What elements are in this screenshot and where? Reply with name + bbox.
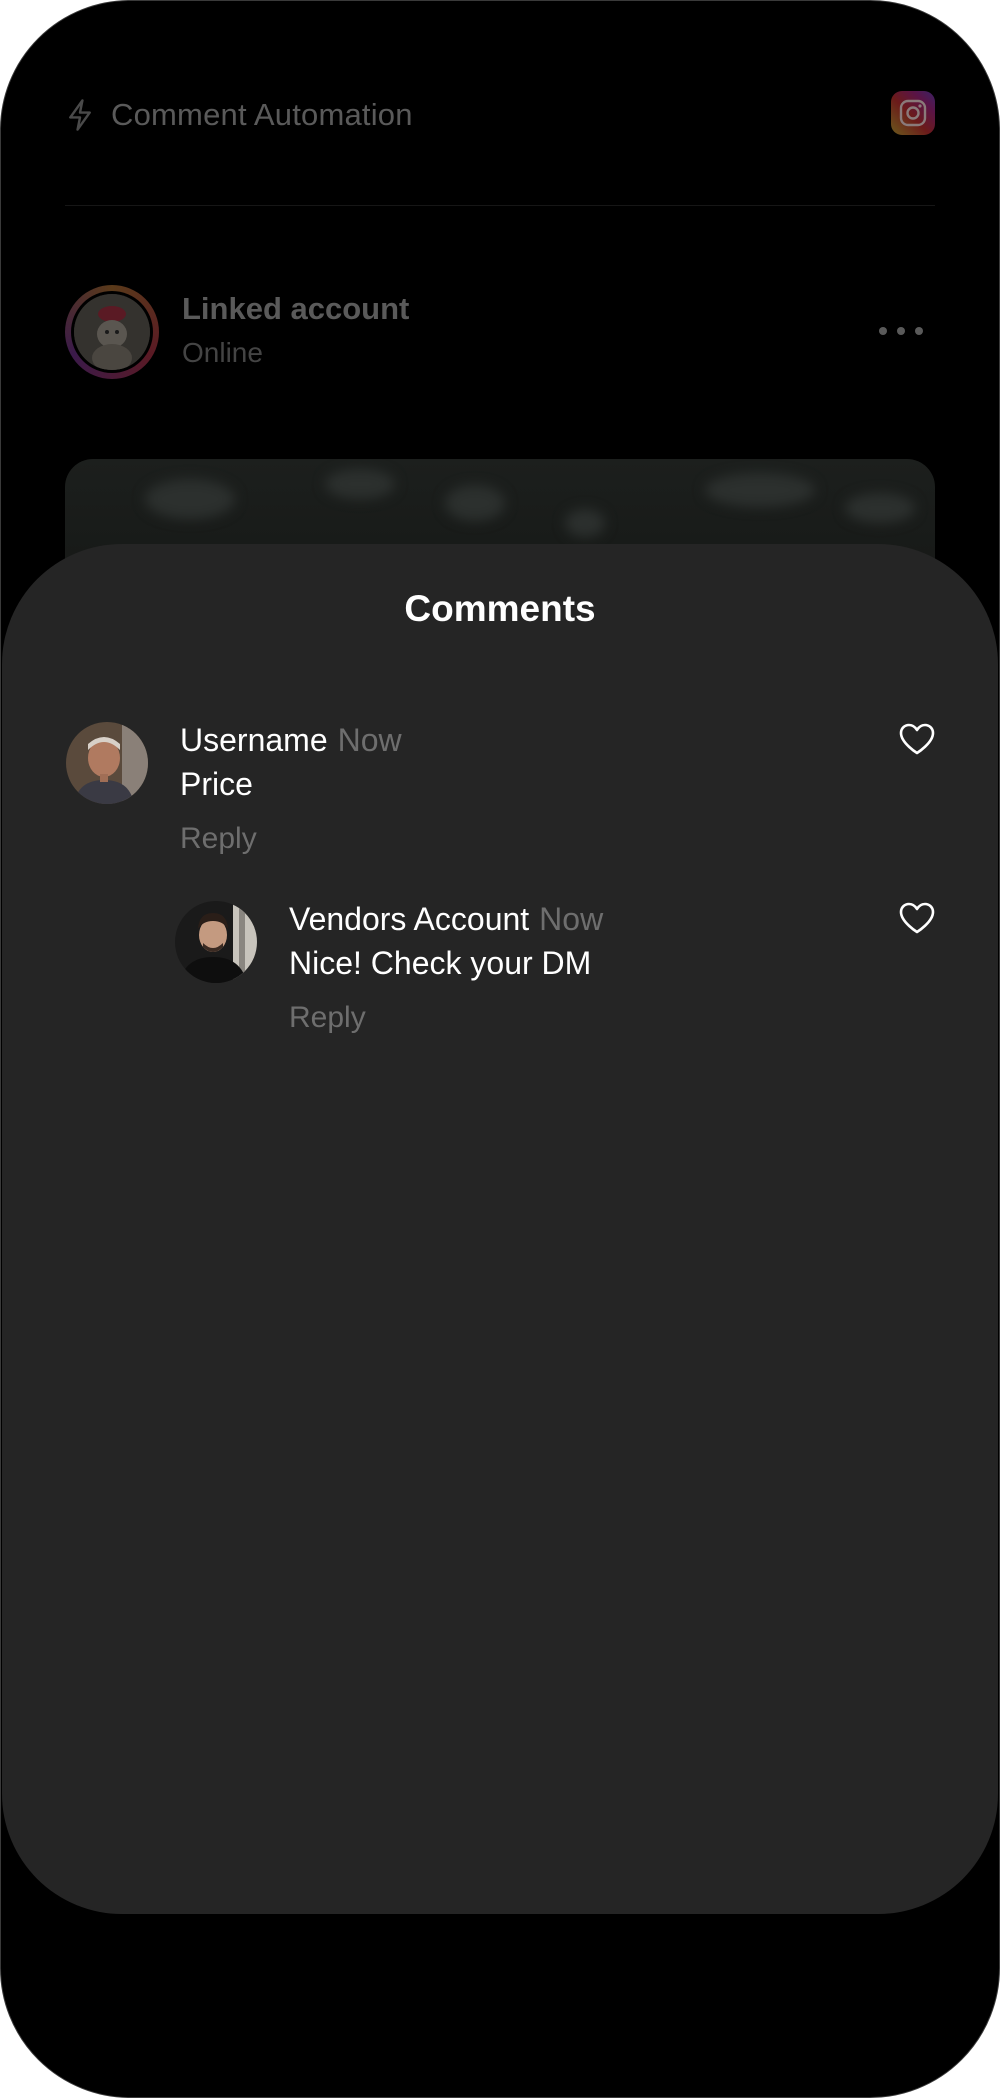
heart-icon[interactable] [898, 901, 936, 935]
comments-title: Comments [404, 588, 596, 629]
comments-sheet: Comments Username Now Price Reply Vendor… [2, 544, 998, 1914]
instagram-icon[interactable] [891, 91, 935, 135]
phone-frame: Comment Automation Linked account Online… [0, 0, 1000, 2098]
linked-account-avatar[interactable] [65, 285, 159, 379]
dog-photo [74, 294, 150, 370]
commenter-avatar[interactable] [66, 722, 148, 804]
heart-icon[interactable] [898, 722, 936, 756]
reply-button[interactable]: Reply [180, 822, 257, 856]
reply-header: Vendors Account Now [289, 901, 603, 938]
reply-time: Now [539, 901, 604, 937]
reply-username[interactable]: Vendors Account [289, 901, 529, 937]
linked-account-name: Linked account [182, 291, 410, 326]
comment-username[interactable]: Username [180, 722, 328, 758]
linked-account-status: Online [182, 337, 263, 368]
header-divider [65, 205, 935, 206]
comment-header: Username Now [180, 722, 402, 759]
reply-text: Nice! Check your DM [289, 945, 592, 981]
more-horizontal-icon[interactable] [879, 323, 923, 339]
comment-time: Now [337, 722, 402, 758]
automation-title: Comment Automation [111, 97, 413, 132]
reply-button[interactable]: Reply [289, 1001, 366, 1035]
automation-header: Comment Automation [65, 91, 935, 137]
comment-text: Price [180, 766, 253, 802]
vendor-avatar[interactable] [175, 901, 257, 983]
bolt-icon [69, 99, 91, 131]
